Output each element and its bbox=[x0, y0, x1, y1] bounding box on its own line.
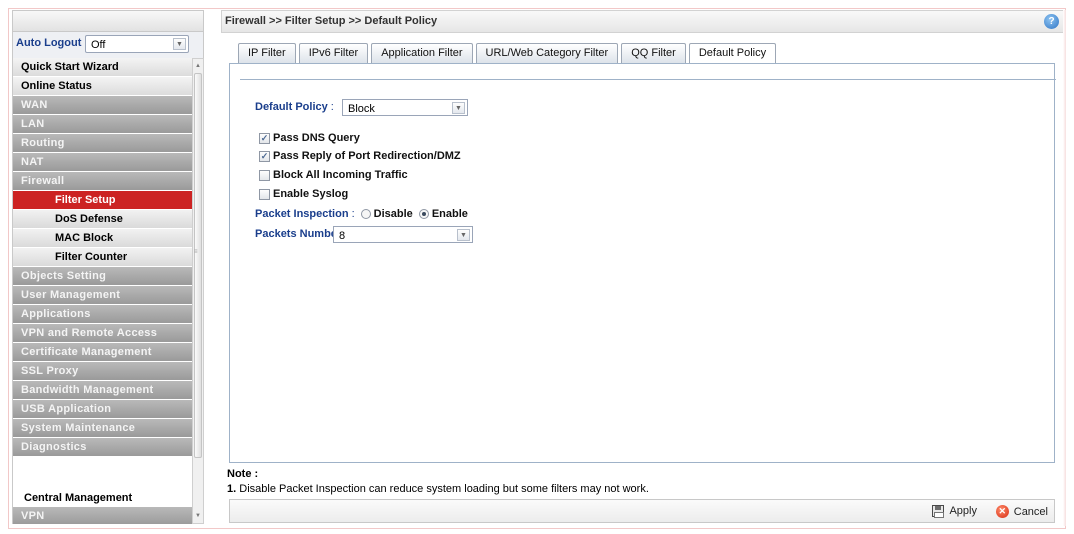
apply-button[interactable]: Apply bbox=[932, 505, 977, 518]
sidebar-item-routing[interactable]: Routing bbox=[13, 134, 192, 153]
sidebar-item-filter-setup[interactable]: Filter Setup bbox=[13, 191, 192, 210]
pass-reply-port-redirection-label: Pass Reply of Port Redirection/DMZ bbox=[273, 150, 461, 162]
auto-logout: Auto Logout : Off ▼ bbox=[12, 32, 204, 58]
tab-bar: IP Filter IPv6 Filter Application Filter UR… bbox=[238, 43, 779, 64]
save-icon bbox=[932, 505, 945, 518]
sidebar-item-lan[interactable]: LAN bbox=[13, 115, 192, 134]
sidebar-spacer bbox=[13, 457, 192, 487]
pass-reply-port-redirection-checkbox[interactable]: ✓ bbox=[259, 150, 270, 162]
sidebar-item-objects-setting[interactable]: Objects Setting bbox=[13, 267, 192, 286]
auto-logout-select[interactable]: Off ▼ bbox=[85, 35, 189, 53]
scroll-thumb[interactable] bbox=[194, 73, 202, 458]
page-edge-shadow bbox=[1063, 10, 1066, 526]
packet-inspection-row: Packet Inspection : Disable Enable bbox=[255, 208, 468, 220]
auto-logout-value: Off bbox=[91, 39, 106, 51]
sidebar-item-mac-block[interactable]: MAC Block bbox=[13, 229, 192, 248]
sidebar-menu: Quick Start Wizard Online Status WAN LAN Rou… bbox=[12, 58, 192, 524]
apply-label: Apply bbox=[949, 505, 977, 517]
cancel-icon: ✕ bbox=[995, 505, 1009, 518]
enable-syslog-row[interactable]: Enable Syslog bbox=[259, 187, 348, 201]
default-policy-value: Block bbox=[348, 103, 375, 115]
sidebar-scrollbar[interactable]: ▲ ≡ ▼ bbox=[192, 58, 204, 524]
block-all-incoming-label: Block All Incoming Traffic bbox=[273, 169, 408, 181]
tab-ip-filter[interactable]: IP Filter bbox=[238, 43, 296, 63]
default-policy-select[interactable]: Block ▼ bbox=[342, 99, 468, 116]
default-policy-panel: Default Policy : Block ▼ ✓ Pass DNS Quer… bbox=[229, 63, 1056, 463]
tab-ipv6-filter[interactable]: IPv6 Filter bbox=[298, 43, 369, 63]
grip-icon: ≡ bbox=[194, 249, 198, 255]
sidebar: Auto Logout : Off ▼ Quick Start Wizard On… bbox=[12, 10, 204, 526]
packet-inspection-disable-radio[interactable] bbox=[360, 209, 371, 219]
cancel-label: Cancel bbox=[1013, 505, 1048, 518]
fieldset-border bbox=[230, 79, 1056, 80]
sidebar-item-wan[interactable]: WAN bbox=[13, 96, 192, 115]
tab-url-web-category-filter[interactable]: URL/Web Category Filter bbox=[475, 43, 619, 63]
tab-application-filter[interactable]: Application Filter bbox=[371, 43, 473, 63]
chevron-down-icon[interactable]: ▼ bbox=[452, 102, 465, 114]
block-all-incoming-row[interactable]: Block All Incoming Traffic bbox=[259, 168, 408, 182]
pass-reply-port-redirection-row[interactable]: ✓ Pass Reply of Port Redirection/DMZ bbox=[259, 149, 461, 163]
sidebar-item-dos-defense[interactable]: DoS Defense bbox=[13, 210, 192, 229]
action-bar: Apply ✕ Cancel bbox=[229, 499, 1055, 523]
default-policy-label: Default Policy bbox=[255, 101, 328, 113]
sidebar-item-nat[interactable]: NAT bbox=[13, 153, 192, 172]
tab-default-policy[interactable]: Default Policy bbox=[688, 43, 777, 64]
pass-dns-query-checkbox[interactable]: ✓ bbox=[259, 132, 270, 144]
help-icon[interactable]: ? bbox=[1044, 14, 1059, 29]
note-item-number: 1. bbox=[227, 483, 237, 495]
packets-number-select[interactable]: 8 ▼ bbox=[333, 226, 473, 243]
packet-inspection-enable-radio[interactable] bbox=[418, 209, 429, 219]
scroll-up-icon[interactable]: ▲ bbox=[194, 61, 202, 71]
note-item: 1. Disable Packet Inspection can reduce … bbox=[227, 483, 649, 495]
packet-inspection-enable-label: Enable bbox=[431, 208, 468, 220]
sidebar-item-vpn[interactable]: VPN bbox=[13, 507, 192, 524]
packet-inspection-disable-label: Disable bbox=[373, 208, 413, 220]
breadcrumb: Firewall >> Filter Setup >> Default Poli… bbox=[225, 15, 438, 27]
sidebar-item-filter-counter[interactable]: Filter Counter bbox=[13, 248, 192, 267]
sidebar-item-quick-start-wizard[interactable]: Quick Start Wizard bbox=[13, 58, 192, 77]
sidebar-header bbox=[12, 10, 204, 32]
note-section: Note : 1. Disable Packet Inspection can … bbox=[227, 468, 649, 495]
pass-dns-query-row[interactable]: ✓ Pass DNS Query bbox=[259, 131, 360, 145]
default-policy-row: Default Policy : bbox=[255, 101, 334, 113]
note-title: Note : bbox=[227, 468, 259, 480]
sidebar-item-usb-application[interactable]: USB Application bbox=[13, 400, 192, 419]
sidebar-item-vpn-and-remote-access[interactable]: VPN and Remote Access bbox=[13, 324, 192, 343]
chevron-down-icon[interactable]: ▼ bbox=[173, 38, 186, 50]
tab-qq-filter[interactable]: QQ Filter bbox=[621, 43, 686, 63]
cancel-button[interactable]: ✕ Cancel bbox=[995, 505, 1048, 518]
enable-syslog-label: Enable Syslog bbox=[273, 188, 349, 200]
scroll-down-icon[interactable]: ▼ bbox=[194, 511, 202, 521]
note-item-text: Disable Packet Inspection can reduce sys… bbox=[239, 483, 649, 495]
packets-number-label: Packets Number bbox=[255, 228, 342, 240]
block-all-incoming-checkbox[interactable] bbox=[259, 169, 270, 181]
sidebar-item-diagnostics[interactable]: Diagnostics bbox=[13, 438, 192, 457]
pass-dns-query-label: Pass DNS Query bbox=[273, 132, 360, 144]
sidebar-item-applications[interactable]: Applications bbox=[13, 305, 192, 324]
main-content: Firewall >> Filter Setup >> Default Poli… bbox=[221, 10, 1064, 526]
header-bar: Firewall >> Filter Setup >> Default Poli… bbox=[221, 10, 1064, 33]
auto-logout-label: Auto Logout : bbox=[16, 37, 89, 49]
sidebar-item-ssl-proxy[interactable]: SSL Proxy bbox=[13, 362, 192, 381]
chevron-down-icon[interactable]: ▼ bbox=[457, 229, 470, 241]
sidebar-item-user-management[interactable]: User Management bbox=[13, 286, 192, 305]
sidebar-item-online-status[interactable]: Online Status bbox=[13, 77, 192, 96]
enable-syslog-checkbox[interactable] bbox=[259, 188, 270, 200]
packet-inspection-label: Packet Inspection bbox=[255, 208, 349, 220]
sidebar-item-central-management[interactable]: Central Management bbox=[13, 487, 192, 507]
sidebar-item-certificate-management[interactable]: Certificate Management bbox=[13, 343, 192, 362]
packets-number-value: 8 bbox=[339, 230, 346, 242]
sidebar-item-system-maintenance[interactable]: System Maintenance bbox=[13, 419, 192, 438]
sidebar-item-firewall[interactable]: Firewall bbox=[13, 172, 192, 191]
sidebar-item-bandwidth-management[interactable]: Bandwidth Management bbox=[13, 381, 192, 400]
